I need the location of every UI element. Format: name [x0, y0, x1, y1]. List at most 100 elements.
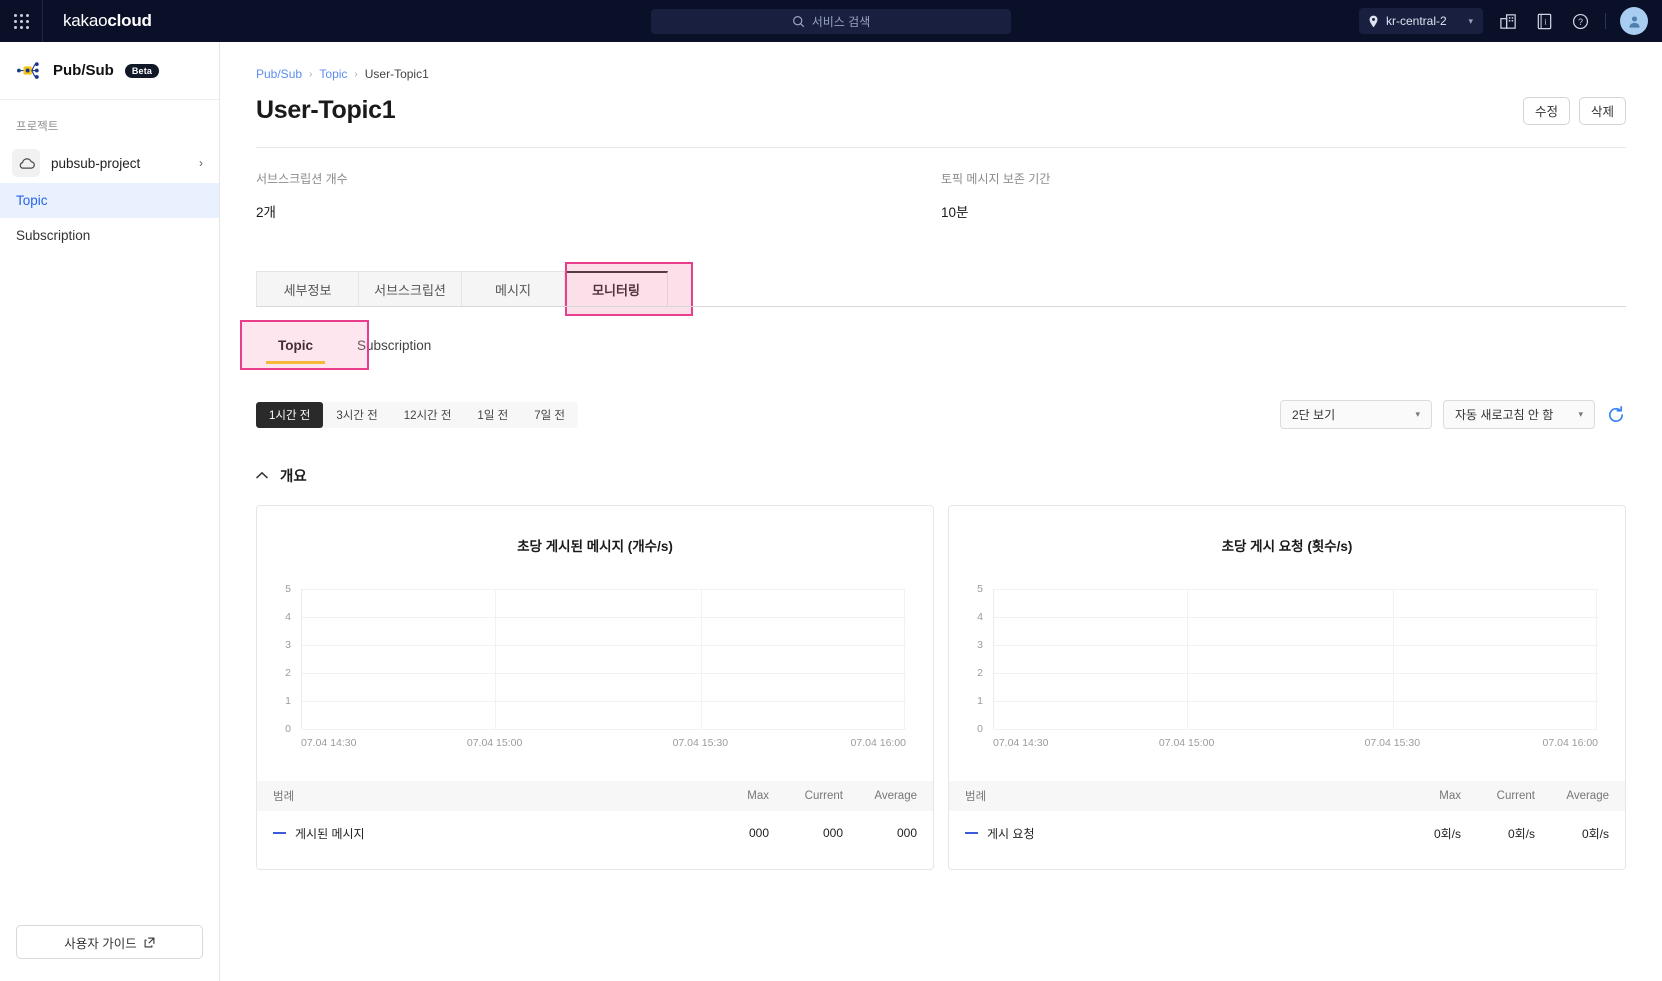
tab-monitoring-label: 모니터링	[592, 283, 640, 298]
refresh-circular-arrow-icon	[1608, 405, 1624, 422]
tab-details-label: 세부정보	[283, 282, 332, 298]
chart-grid-2	[993, 589, 1598, 730]
sidebar-project-selector[interactable]: pubsub-project ›	[0, 143, 219, 183]
tab-monitoring[interactable]: 모니터링	[565, 271, 668, 307]
grid-apps-icon	[13, 13, 29, 29]
overview-section-header[interactable]: 개요	[256, 465, 1626, 486]
page-title: User-Topic1	[256, 96, 396, 124]
x-tick: 07.04 16:00	[850, 737, 906, 749]
time-range-group: 1시간 전 3시간 전 12시간 전 1일 전 7일 전	[256, 401, 578, 428]
time-range-12h[interactable]: 12시간 전	[391, 402, 465, 428]
legend-series-name-cell-2: 게시 요청	[965, 825, 1387, 842]
subtab-topic[interactable]: Topic	[256, 329, 335, 364]
brand-logo-bold: cloud	[107, 11, 152, 30]
apps-grid-button[interactable]	[0, 0, 42, 42]
layout-select[interactable]: 2단 보기 ▾	[1280, 400, 1432, 429]
legend-max-value: 000	[748, 826, 769, 840]
subtab-topic-label: Topic	[278, 337, 313, 353]
chevron-down-icon: ▾	[1578, 409, 1583, 419]
legend-header-current-2: Current	[1496, 790, 1535, 802]
legend-color-swatch-icon	[273, 832, 286, 834]
organization-button[interactable]	[1497, 10, 1519, 32]
sidebar-project-name: pubsub-project	[51, 155, 141, 171]
y-tick: 5	[285, 583, 291, 595]
user-avatar[interactable]	[1620, 7, 1648, 35]
region-selector[interactable]: kr-central-2 ▾	[1359, 8, 1483, 34]
chart-grid	[301, 589, 906, 730]
top-navigation-bar: kakaocloud 서비스 검색 kr-central-2 ▾ i ?	[0, 0, 1662, 42]
help-button[interactable]: ?	[1569, 10, 1591, 32]
tab-details[interactable]: 세부정보	[256, 271, 359, 307]
legend-table-row[interactable]: 게시된 메시지 000 000 000	[257, 817, 933, 849]
user-avatar-icon	[1628, 15, 1640, 28]
edit-button[interactable]: 수정	[1522, 96, 1570, 125]
tab-message[interactable]: 메시지	[462, 271, 565, 307]
chart-legend-table-2: 범례 Max Current Average 게시 요청 0회/s 0회/s 0…	[949, 781, 1625, 849]
time-range-1d-label: 1일 전	[477, 409, 509, 422]
brand-logo[interactable]: kakaocloud	[43, 11, 152, 31]
page-actions: 수정 삭제	[1522, 96, 1626, 125]
summary-item-retention: 토픽 메시지 보존 기간 10분	[941, 170, 1626, 221]
y-tick: 5	[977, 583, 983, 595]
chart-card-published-messages: 초당 게시된 메시지 (개수/s) 5 4 3 2 1 0 07.04 14:3…	[256, 505, 934, 870]
documentation-button[interactable]: i	[1533, 10, 1555, 32]
time-range-7d[interactable]: 7일 전	[521, 402, 578, 428]
chart-plot-area-2: 5 4 3 2 1 0 07.04 14:30 07.04 15:00 07.0…	[971, 583, 1603, 749]
legend-average-value-2: 0회/s	[1581, 826, 1609, 841]
time-range-1h[interactable]: 1시간 전	[256, 401, 324, 428]
legend-table-row[interactable]: 게시 요청 0회/s 0회/s 0회/s	[949, 817, 1625, 849]
legend-current-value-2: 0회/s	[1507, 826, 1535, 841]
chart-title: 초당 게시된 메시지 (개수/s)	[517, 539, 673, 554]
subtab-subscription[interactable]: Subscription	[335, 329, 453, 361]
chevron-up-icon	[256, 472, 268, 479]
page-body: Pub/Sub Beta 프로젝트 pubsub-project › Topic…	[0, 42, 1662, 981]
time-range-1d[interactable]: 1일 전	[464, 402, 521, 428]
time-range-1h-label: 1시간 전	[269, 409, 311, 422]
y-tick: 0	[285, 723, 291, 735]
svg-text:?: ?	[1577, 16, 1582, 26]
breadcrumb-separator: ›	[309, 68, 313, 80]
svg-text:i: i	[1544, 17, 1547, 26]
tab-subscription[interactable]: 서브스크립션	[359, 271, 462, 307]
global-search-box[interactable]: 서비스 검색	[651, 8, 1011, 34]
user-guide-label: 사용자 가이드	[64, 936, 137, 951]
y-tick: 3	[977, 639, 983, 651]
topbar-action-divider	[1605, 13, 1606, 29]
summary-section: 서브스크립션 개수 2개 토픽 메시지 보존 기간 10분	[256, 148, 1626, 221]
page-header: User-Topic1 수정 삭제	[256, 96, 1626, 125]
breadcrumb-item-pubsub[interactable]: Pub/Sub	[256, 67, 302, 81]
sidebar-project-label: 프로젝트	[16, 121, 59, 133]
y-tick: 1	[977, 695, 983, 707]
legend-series-label: 게시된 메시지	[295, 826, 365, 841]
summary-value: 2개	[256, 205, 276, 220]
x-tick: 07.04 14:30	[301, 737, 357, 749]
brand-logo-light: kakao	[63, 11, 108, 30]
pubsub-topology-icon	[16, 61, 39, 79]
chart-legend-table: 범례 Max Current Average 게시된 메시지 000 000 0…	[257, 781, 933, 849]
help-question-icon: ?	[1572, 13, 1588, 29]
legend-header-name: 범례	[273, 791, 295, 803]
refresh-button[interactable]	[1606, 405, 1626, 425]
legend-header-average: Average	[874, 790, 917, 802]
user-guide-button[interactable]: 사용자 가이드	[16, 925, 203, 959]
breadcrumb-separator-2: ›	[354, 68, 358, 80]
legend-header-average-2: Average	[1566, 790, 1609, 802]
auto-refresh-select-value: 자동 새로고침 안 함	[1455, 408, 1554, 422]
location-pin-icon	[1369, 15, 1378, 27]
sidebar-item-topic[interactable]: Topic	[0, 183, 219, 218]
legend-header-max: Max	[747, 790, 769, 802]
breadcrumb-item-topic[interactable]: Topic	[319, 67, 347, 81]
monitoring-controls-right: 2단 보기 ▾ 자동 새로고침 안 함 ▾	[1280, 400, 1626, 429]
chevron-down-icon: ▾	[1468, 15, 1473, 26]
time-range-3h[interactable]: 3시간 전	[323, 402, 390, 428]
legend-header-name-2: 범례	[965, 791, 987, 803]
y-tick: 4	[285, 611, 291, 623]
x-tick: 07.04 16:00	[1542, 737, 1598, 749]
legend-average-value: 000	[896, 826, 917, 840]
topbar-actions: kr-central-2 ▾ i ?	[1359, 0, 1648, 42]
delete-button[interactable]: 삭제	[1578, 96, 1626, 125]
sidebar-item-subscription[interactable]: Subscription	[0, 218, 219, 253]
summary-label: 서브스크립션 개수	[256, 172, 348, 186]
auto-refresh-select[interactable]: 자동 새로고침 안 함 ▾	[1443, 400, 1595, 429]
x-tick: 07.04 15:30	[672, 737, 729, 749]
